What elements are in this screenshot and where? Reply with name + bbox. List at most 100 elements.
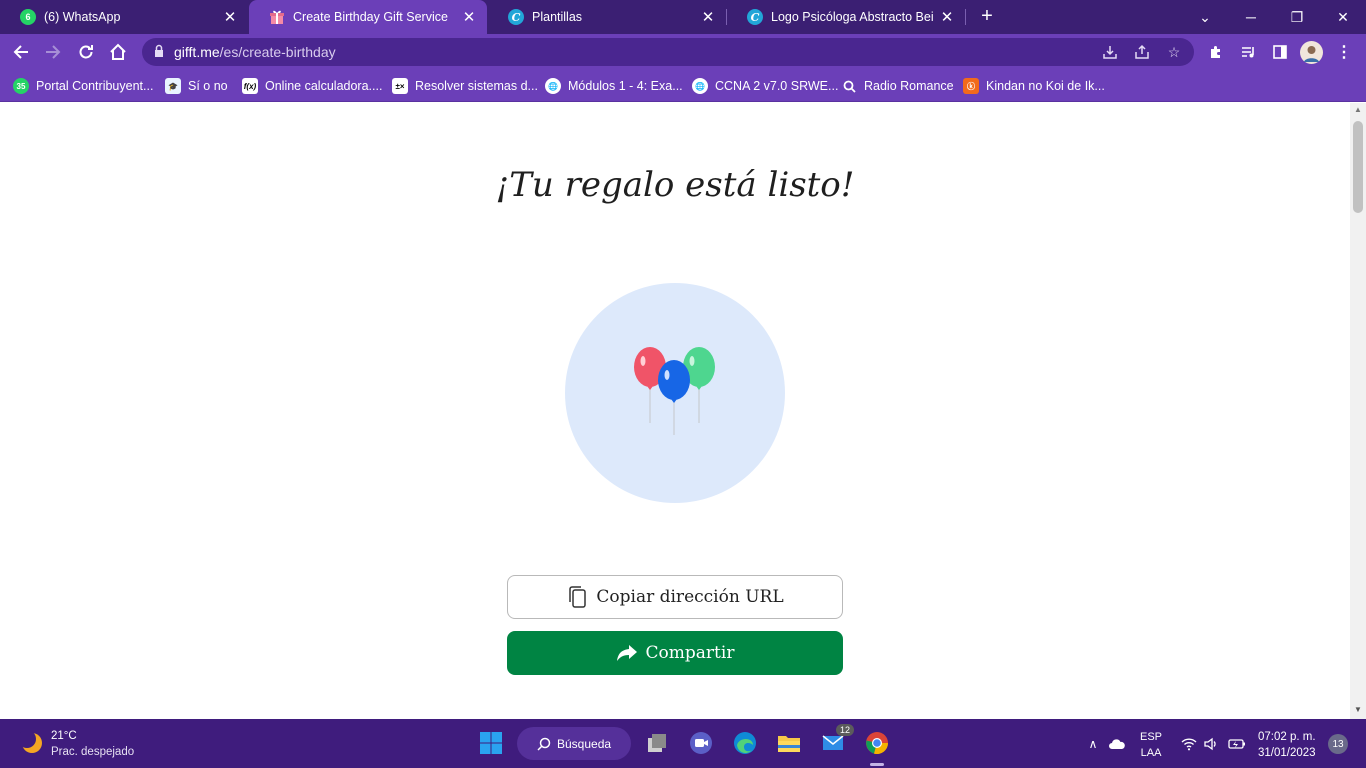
tab-whatsapp[interactable]: 6 (6) WhatsApp ✕	[0, 0, 248, 34]
weather-temperature: 21°C	[51, 730, 77, 742]
file-explorer-icon[interactable]	[776, 730, 802, 756]
close-icon[interactable]: ✕	[700, 8, 716, 26]
tab-logo-psicologa[interactable]: C Logo Psicóloga Abstracto Beige ✕	[727, 0, 965, 34]
bookmark-label: Online calculadora....	[265, 79, 383, 93]
restore-button[interactable]: ❐	[1274, 0, 1320, 34]
bookmark-radio-romance[interactable]: Radio Romance	[841, 76, 954, 96]
system-clock[interactable]: 07:02 p. m. 31/01/2023	[1258, 729, 1316, 761]
task-view-icon[interactable]	[644, 730, 670, 756]
share-button[interactable]: Compartir	[507, 631, 843, 675]
tab-plantillas[interactable]: C Plantillas ✕	[488, 0, 726, 34]
onedrive-cloud-icon[interactable]	[1108, 735, 1126, 753]
reload-icon	[79, 45, 93, 59]
tab-separator	[965, 9, 966, 25]
globe-icon: 🌐	[692, 78, 708, 94]
extensions-icon[interactable]	[1205, 41, 1227, 63]
bookmark-modulos[interactable]: 🌐 Módulos 1 - 4: Exa...	[545, 76, 683, 96]
close-window-button[interactable]: ✕	[1320, 0, 1366, 34]
tab-title: (6) WhatsApp	[44, 10, 121, 24]
canva-icon: C	[747, 9, 763, 25]
bookmark-ccna[interactable]: 🌐 CCNA 2 v7.0 SRWE...	[692, 76, 838, 96]
url-text: gifft.me/es/create-birthday	[174, 44, 336, 60]
share-page-icon[interactable]	[1132, 42, 1152, 62]
chrome-taskbar-icon[interactable]	[864, 730, 890, 756]
bookmark-online-calculadora[interactable]: f(x) Online calculadora....	[242, 76, 382, 96]
back-button[interactable]	[8, 39, 34, 65]
page-title: ¡Tu regalo está listo!	[495, 165, 855, 205]
edge-browser-icon[interactable]	[732, 730, 758, 756]
copy-icon	[569, 586, 587, 608]
bookmark-kindan-no-koi[interactable]: ⓚ Kindan no Koi de Ik...	[963, 76, 1105, 96]
bookmark-si-o-no[interactable]: 🎓 Sí o no	[165, 76, 228, 96]
minimize-button[interactable]: ─	[1228, 0, 1274, 34]
new-tab-button[interactable]: +	[976, 5, 998, 27]
share-label: Compartir	[645, 643, 735, 663]
bookmark-star-icon[interactable]: ☆	[1164, 42, 1184, 62]
book-icon: ⓚ	[963, 78, 979, 94]
page-scrollbar[interactable]: ▲ ▼	[1350, 103, 1366, 719]
balloons-icon	[634, 347, 715, 435]
battery-icon[interactable]	[1228, 735, 1246, 753]
teams-chat-icon[interactable]	[688, 730, 714, 756]
wifi-icon[interactable]	[1180, 735, 1198, 753]
home-icon	[110, 43, 126, 60]
mail-badge: 12	[835, 724, 854, 736]
media-control-icon[interactable]	[1237, 41, 1259, 63]
clock-time: 07:02 p. m.	[1258, 731, 1316, 743]
close-icon[interactable]: ✕	[461, 8, 477, 26]
back-arrow-icon	[13, 45, 28, 59]
show-hidden-icons-chevron-icon[interactable]: ∧	[1084, 735, 1102, 753]
bookmark-label: Módulos 1 - 4: Exa...	[568, 79, 683, 93]
mail-icon[interactable]: 12	[820, 724, 854, 756]
close-icon[interactable]: ✕	[939, 8, 955, 26]
tab-title: Plantillas	[532, 10, 583, 24]
globe-icon: 🌐	[545, 78, 561, 94]
home-button[interactable]	[105, 39, 131, 65]
function-icon: f(x)	[242, 78, 258, 94]
bookmark-resolver-sistemas[interactable]: ±× Resolver sistemas d...	[392, 76, 538, 96]
page-content: ¡Tu regalo está listo! Copiar dirección …	[0, 103, 1350, 719]
tab-title: Create Birthday Gift Service	[293, 10, 448, 24]
weather-description: Prac. despejado	[51, 746, 135, 758]
tab-search-chevron-icon[interactable]: ⌄	[1182, 0, 1228, 34]
bookmark-portal-contribuyente[interactable]: 35 Portal Contribuyent...	[13, 76, 153, 96]
close-icon[interactable]: ✕	[222, 8, 238, 26]
url-path: /es/create-birthday	[219, 44, 336, 60]
start-button[interactable]	[478, 730, 504, 756]
taskbar-search[interactable]: Búsqueda	[517, 727, 631, 760]
volume-icon[interactable]	[1202, 735, 1220, 753]
chrome-menu-icon[interactable]: ⋮	[1333, 41, 1355, 63]
scroll-down-icon[interactable]: ▼	[1350, 705, 1366, 717]
weather-moon-icon[interactable]	[18, 730, 44, 755]
url-host: gifft.me	[174, 44, 220, 60]
whatsapp-icon: 35	[13, 78, 29, 94]
lang-line-2: LAA	[1140, 747, 1162, 759]
search-icon	[537, 737, 551, 751]
bookmark-label: Radio Romance	[864, 79, 954, 93]
browser-toolbar: gifft.me/es/create-birthday ☆ ⋮	[0, 34, 1366, 70]
side-panel-icon[interactable]	[1269, 41, 1291, 63]
address-bar[interactable]: gifft.me/es/create-birthday ☆	[142, 38, 1194, 66]
copy-url-label: Copiar dirección URL	[596, 587, 784, 607]
share-arrow-icon	[616, 645, 637, 661]
keyboard-language[interactable]: ESP LAA	[1140, 729, 1162, 761]
whatsapp-icon: 6	[20, 9, 36, 25]
windows-logo-icon	[480, 732, 502, 754]
active-app-indicator	[870, 763, 884, 766]
search-icon	[841, 78, 857, 94]
reload-button[interactable]	[73, 39, 99, 65]
install-app-icon[interactable]	[1100, 42, 1120, 62]
tab-strip: 6 (6) WhatsApp ✕ Create Birthday Gift Se…	[0, 0, 1366, 34]
notification-count-badge[interactable]: 13	[1328, 734, 1348, 754]
search-label: Búsqueda	[557, 736, 612, 751]
forward-button[interactable]	[40, 39, 66, 65]
bookmarks-bar: 35 Portal Contribuyent... 🎓 Sí o no f(x)…	[0, 70, 1366, 102]
lock-icon	[155, 44, 163, 57]
windows-taskbar: 21°C Prac. despejado Búsqueda 12 ∧ ESP L…	[0, 719, 1366, 768]
scrollbar-thumb[interactable]	[1353, 121, 1363, 213]
scroll-up-icon[interactable]: ▲	[1350, 105, 1366, 117]
copy-url-button[interactable]: Copiar dirección URL	[507, 575, 843, 619]
profile-avatar[interactable]	[1300, 41, 1323, 64]
tab-create-birthday[interactable]: Create Birthday Gift Service ✕	[249, 0, 487, 34]
clock-date: 31/01/2023	[1258, 747, 1316, 759]
